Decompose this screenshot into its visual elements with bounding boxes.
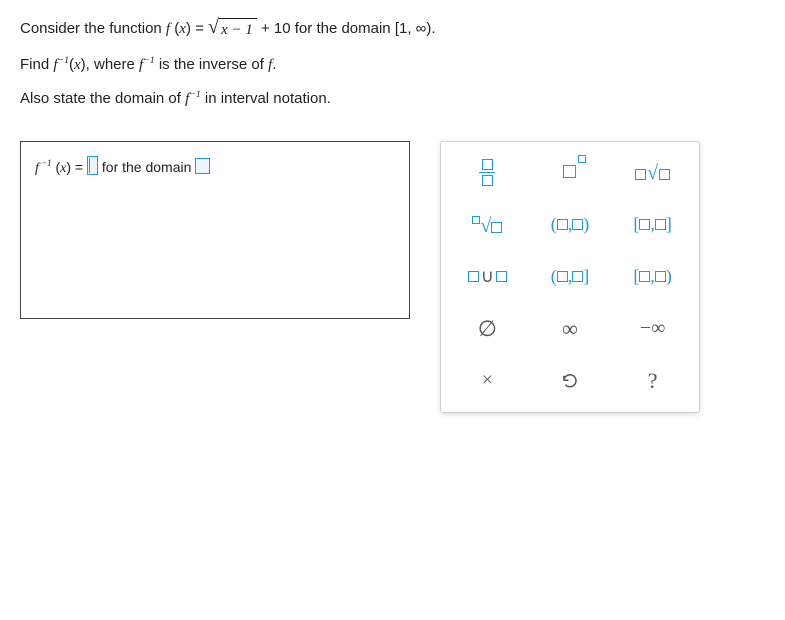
math-f: f <box>166 21 170 37</box>
equals: = <box>75 159 87 175</box>
help-button[interactable]: ? <box>614 358 691 404</box>
f-inv-label: f−1 <box>35 161 52 176</box>
math-x: x <box>179 21 186 37</box>
f-inv: f−1 <box>185 91 201 107</box>
radicand: x − 1 <box>219 18 257 42</box>
math-x: x <box>60 161 66 176</box>
infinity-button[interactable]: ∞ <box>532 306 609 352</box>
text: Also state the domain of <box>20 90 185 107</box>
answer-box[interactable]: f−1 (x) = for the domain <box>20 141 410 319</box>
text: is the inverse of <box>159 56 268 73</box>
text: in interval notation. <box>205 90 331 107</box>
reset-button[interactable] <box>532 358 609 404</box>
closed-open-interval-button[interactable]: [,) <box>614 254 691 300</box>
text: Find <box>20 56 53 73</box>
problem-line-1: Consider the function f (x) = √ x − 1 + … <box>20 18 765 42</box>
f-inv: f−1 <box>53 57 69 73</box>
text: , where <box>86 56 139 73</box>
problem-statement: Consider the function f (x) = √ x − 1 + … <box>20 18 765 111</box>
for-the-domain-label: for the domain <box>102 159 195 175</box>
open-open-interval-button[interactable]: (,) <box>532 202 609 248</box>
nth-root-button[interactable]: √ <box>449 202 526 248</box>
closed-closed-interval-button[interactable]: [,] <box>614 202 691 248</box>
neg-infinity-button[interactable]: −∞ <box>614 306 691 352</box>
text: for the domain <box>295 20 395 37</box>
math-palette: √ √ (,) [,] ∪ <box>440 141 700 413</box>
reset-icon <box>561 372 579 390</box>
problem-line-3: Also state the domain of f−1 in interval… <box>20 88 765 111</box>
f-inv: f−1 <box>139 57 155 73</box>
period: . <box>431 20 435 37</box>
domain-input[interactable] <box>195 158 210 174</box>
clear-button[interactable]: × <box>449 358 526 404</box>
coef-sqrt-button[interactable]: √ <box>614 150 691 196</box>
problem-line-2: Find f−1(x), where f−1 is the inverse of… <box>20 54 765 77</box>
plus-const: + 10 <box>257 20 291 37</box>
work-area: f−1 (x) = for the domain <box>20 141 765 413</box>
equals: = <box>195 20 208 37</box>
sqrt-icon: √ x − 1 <box>208 18 257 42</box>
power-button[interactable] <box>532 150 609 196</box>
radicand-text: x − 1 <box>221 22 253 38</box>
expression-input[interactable] <box>87 156 98 175</box>
empty-set-button[interactable]: ∅ <box>449 306 526 352</box>
text: Consider the function <box>20 20 166 37</box>
fraction-button[interactable] <box>449 150 526 196</box>
union-button[interactable]: ∪ <box>449 254 526 300</box>
open-closed-interval-button[interactable]: (,] <box>532 254 609 300</box>
domain-interval: [1, ∞) <box>395 20 432 37</box>
